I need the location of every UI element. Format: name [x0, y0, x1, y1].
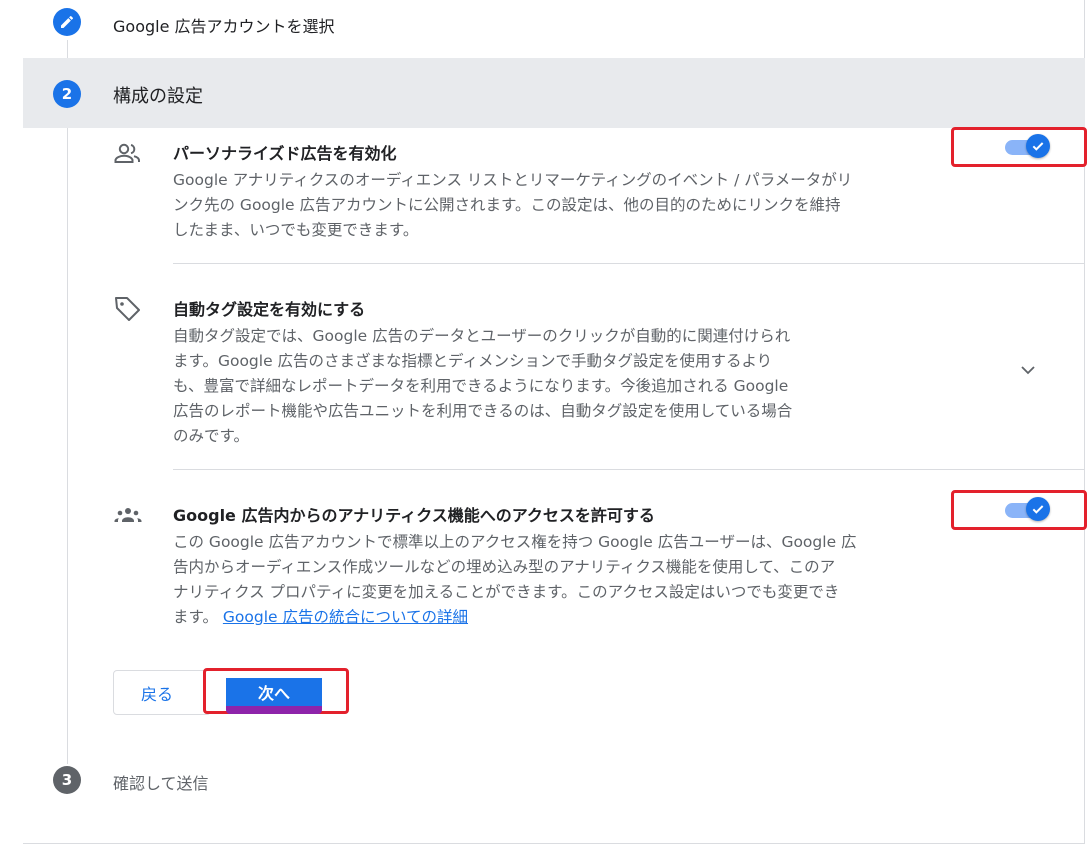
step-2-number: 2 [53, 80, 81, 108]
next-button-shadow [226, 706, 322, 714]
auto-tagging-description: 自動タグ設定では、Google 広告のデータとユーザーのクリックが自動的に関連付… [173, 327, 793, 445]
stepper-rail [67, 40, 68, 764]
chevron-down-icon[interactable] [1018, 360, 1038, 380]
step-3-label: 確認して送信 [113, 774, 209, 793]
back-button[interactable]: 戻る [113, 670, 211, 715]
toggle-thumb [1026, 134, 1050, 158]
step-2-label: 構成の設定 [113, 86, 203, 107]
people-icon [112, 138, 144, 170]
groups-icon [112, 500, 144, 532]
ads-integration-details-link[interactable]: Google 広告の統合についての詳細 [223, 608, 468, 626]
personalized-ads-title: パーソナライズド広告を有効化 [173, 144, 397, 163]
check-icon [1032, 505, 1044, 514]
toggle-thumb [1026, 497, 1050, 521]
personalized-ads-description: Google アナリティクスのオーディエンス リストとリマーケティングのイベント… [173, 171, 853, 239]
auto-tagging-title: 自動タグ設定を有効にする [173, 300, 366, 319]
check-icon [1032, 142, 1044, 151]
divider [173, 263, 1085, 264]
personalized-ads-toggle[interactable] [951, 127, 1087, 167]
next-button[interactable]: 次へ [226, 678, 322, 706]
step-3-number: 3 [53, 766, 81, 794]
analytics-access-toggle[interactable] [951, 490, 1087, 530]
tag-icon [112, 294, 144, 326]
analytics-access-title: Google 広告内からのアナリティクス機能へのアクセスを許可する [173, 506, 655, 525]
analytics-access-description: この Google 広告アカウントで標準以上のアクセス権を持つ Google 広… [173, 533, 857, 626]
step-1-label[interactable]: Google 広告アカウントを選択 [113, 13, 335, 37]
pencil-icon [61, 15, 74, 28]
divider [173, 469, 1085, 470]
step-1-edit-button[interactable] [53, 8, 81, 36]
